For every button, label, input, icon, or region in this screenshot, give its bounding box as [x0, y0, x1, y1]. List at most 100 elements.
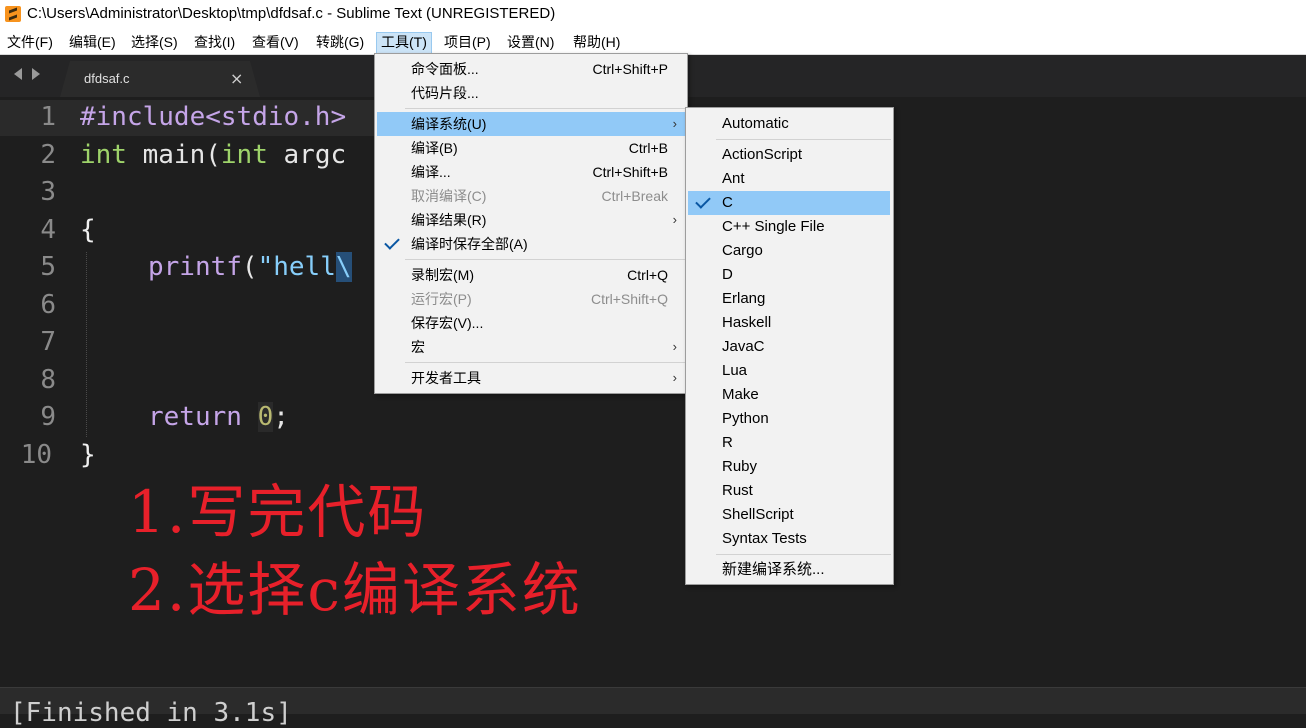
menu-item-label: Syntax Tests	[722, 530, 807, 547]
build-item-new-build-system[interactable]: 新建编译系统...	[686, 558, 891, 582]
menu-item-build[interactable]: 编译(B) Ctrl+B	[375, 136, 685, 160]
menu-item-label: 命令面板...	[411, 61, 479, 77]
annotation-step-2: 2.选择c编译系统	[128, 556, 582, 624]
menu-item-save-all-on-build[interactable]: 编译时保存全部(A)	[375, 232, 685, 256]
tab-file[interactable]: dfdsaf.c ×	[60, 61, 260, 97]
menu-item-build-with[interactable]: 编译... Ctrl+Shift+B	[375, 160, 685, 184]
menu-item-label: 代码片段...	[411, 85, 479, 101]
build-item-python[interactable]: Python	[686, 407, 891, 431]
menu-item-label: C++ Single File	[722, 218, 825, 235]
code-token: ;	[273, 402, 289, 432]
chevron-right-icon: ›	[672, 116, 677, 131]
build-item-rust[interactable]: Rust	[686, 479, 891, 503]
menu-item-label: Erlang	[722, 290, 766, 307]
build-item-cpp-single-file[interactable]: C++ Single File	[686, 215, 891, 239]
build-system-submenu: Automatic ActionScript Ant C C++ Single …	[685, 107, 894, 585]
menu-item-label: JavaC	[722, 338, 765, 355]
chevron-right-icon: ›	[672, 370, 677, 385]
code-line-4: {	[80, 211, 96, 249]
menu-item-label: 录制宏(M)	[411, 267, 474, 283]
annotation-step-1: 1.写完代码	[128, 478, 428, 546]
indent-guide	[86, 252, 87, 437]
menu-file[interactable]: 文件(F)	[3, 32, 57, 52]
menu-item-label: 取消编译(C)	[411, 188, 487, 204]
menu-tools[interactable]: 工具(T)	[376, 32, 432, 54]
window-title: C:\Users\Administrator\Desktop\tmp\dfdsa…	[27, 5, 556, 22]
menu-separator	[716, 139, 891, 140]
code-token: int	[220, 140, 268, 170]
menu-item-label: 编译结果(R)	[411, 212, 487, 228]
line-number: 7	[40, 327, 56, 357]
menu-item-build-system[interactable]: 编译系统(U) ›	[377, 112, 685, 136]
menu-view[interactable]: 查看(V)	[248, 32, 303, 52]
build-item-ant[interactable]: Ant	[686, 167, 891, 191]
tab-close-icon[interactable]: ×	[230, 69, 243, 88]
checkmark-icon	[695, 193, 711, 209]
code-line-9: return 0;	[148, 398, 289, 436]
menu-item-macros[interactable]: 宏 ›	[375, 335, 685, 359]
checkmark-icon	[384, 234, 400, 250]
menu-item-label: 编译时保存全部(A)	[411, 236, 528, 252]
menu-item-record-macro[interactable]: 录制宏(M) Ctrl+Q	[375, 263, 685, 287]
code-token: #include	[80, 102, 206, 132]
chevron-right-icon: ›	[672, 212, 677, 227]
menu-help[interactable]: 帮助(H)	[569, 32, 624, 52]
menu-item-label: Cargo	[722, 242, 763, 259]
menu-item-label: C	[722, 194, 733, 211]
menu-select[interactable]: 选择(S)	[127, 32, 182, 52]
menu-item-label: Lua	[722, 362, 748, 379]
build-item-javac[interactable]: JavaC	[686, 335, 891, 359]
build-item-haskell[interactable]: Haskell	[686, 311, 891, 335]
build-item-syntax-tests[interactable]: Syntax Tests	[686, 527, 891, 551]
menu-item-label: D	[722, 266, 733, 283]
build-item-shellscript[interactable]: ShellScript	[686, 503, 891, 527]
menu-item-label: 编译系统(U)	[411, 116, 487, 132]
menu-item-label: Haskell	[722, 314, 772, 331]
build-item-c[interactable]: C	[688, 191, 890, 215]
line-number: 8	[40, 365, 56, 395]
build-item-automatic[interactable]: Automatic	[686, 112, 891, 136]
line-number: 1	[40, 102, 56, 132]
menu-item-label: 编译...	[411, 164, 451, 180]
menu-project[interactable]: 项目(P)	[440, 32, 495, 52]
menu-goto[interactable]: 转跳(G)	[312, 32, 368, 52]
menu-item-snippets[interactable]: 代码片段...	[375, 81, 685, 105]
menu-item-playback-macro[interactable]: 运行宏(P) Ctrl+Shift+Q	[375, 287, 685, 311]
build-item-r[interactable]: R	[686, 431, 891, 455]
menu-separator	[405, 108, 685, 109]
menu-item-label: 保存宏(V)...	[411, 315, 484, 331]
tools-menu: 命令面板... Ctrl+Shift+P 代码片段... 编译系统(U) › 编…	[374, 53, 688, 394]
code-token: main(	[126, 140, 221, 170]
code-selection: \	[335, 252, 352, 282]
code-line-1: #include<stdio.h>	[80, 98, 346, 136]
code-token: (	[241, 252, 258, 282]
menu-edit[interactable]: 编辑(E)	[65, 32, 120, 52]
menu-item-label: Ant	[722, 170, 745, 187]
code-token: {	[80, 215, 96, 245]
build-item-make[interactable]: Make	[686, 383, 891, 407]
code-token: }	[80, 440, 96, 470]
title-bar: C:\Users\Administrator\Desktop\tmp\dfdsa…	[0, 0, 1306, 30]
menu-find[interactable]: 查找(I)	[190, 32, 239, 52]
menu-preferences[interactable]: 设置(N)	[503, 32, 558, 52]
menu-item-label: Make	[722, 386, 759, 403]
build-item-cargo[interactable]: Cargo	[686, 239, 891, 263]
menu-item-developer[interactable]: 开发者工具 ›	[375, 366, 685, 390]
build-item-lua[interactable]: Lua	[686, 359, 891, 383]
menu-item-shortcut: Ctrl+Break	[601, 188, 668, 204]
menu-item-label: Python	[722, 410, 769, 427]
menu-item-label: R	[722, 434, 733, 451]
menu-item-save-macro[interactable]: 保存宏(V)...	[375, 311, 685, 335]
menu-item-label: 开发者工具	[411, 370, 481, 386]
menu-item-command-palette[interactable]: 命令面板... Ctrl+Shift+P	[375, 57, 685, 81]
build-item-actionscript[interactable]: ActionScript	[686, 143, 891, 167]
build-item-d[interactable]: D	[686, 263, 891, 287]
build-output-text: [Finished in 3.1s]	[10, 698, 292, 728]
menu-item-label: Ruby	[722, 458, 758, 475]
build-item-ruby[interactable]: Ruby	[686, 455, 891, 479]
menu-item-cancel-build[interactable]: 取消编译(C) Ctrl+Break	[375, 184, 685, 208]
tab-forward-arrow-icon[interactable]	[32, 68, 40, 80]
tab-back-arrow-icon[interactable]	[14, 68, 22, 80]
menu-item-build-results[interactable]: 编译结果(R) ›	[375, 208, 685, 232]
build-item-erlang[interactable]: Erlang	[686, 287, 891, 311]
